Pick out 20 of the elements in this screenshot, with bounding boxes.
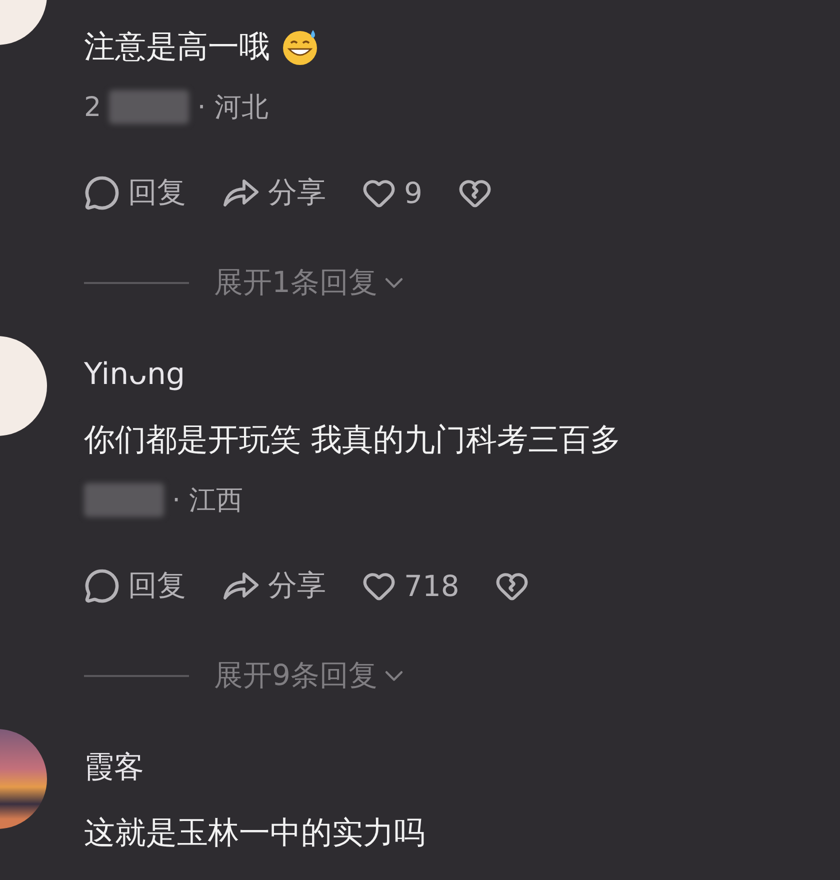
share-button[interactable]: 分享 xyxy=(222,173,326,213)
share-arrow-icon xyxy=(222,177,260,209)
comment-date: 2 xyxy=(84,92,102,122)
comment-bubble-icon xyxy=(84,175,120,211)
expand-replies-button[interactable]: 展开1条回复 xyxy=(214,263,410,303)
comment-bubble-icon xyxy=(84,568,120,604)
comment-location: · 河北 xyxy=(197,91,268,125)
like-button[interactable]: 718 xyxy=(362,569,460,603)
comment-text: 这就是玉林一中的实力吗 xyxy=(84,814,425,853)
user-name[interactable]: 霞客 xyxy=(84,746,425,790)
comment-location: · 江西 xyxy=(172,484,244,518)
comment-text: 注意是高一哦 xyxy=(84,28,270,67)
reply-button[interactable]: 回复 xyxy=(84,566,186,606)
share-arrow-icon xyxy=(222,570,260,602)
user-name[interactable]: Yinᴗng xyxy=(84,353,621,397)
share-button[interactable]: 分享 xyxy=(222,566,326,606)
comment-text: 你们都是开玩笑 我真的九门科考三百多 xyxy=(84,421,621,460)
like-button[interactable]: 9 xyxy=(362,176,422,210)
reply-button[interactable]: 回复 xyxy=(84,173,186,213)
expand-replies-button[interactable]: 展开9条回复 xyxy=(214,656,410,696)
